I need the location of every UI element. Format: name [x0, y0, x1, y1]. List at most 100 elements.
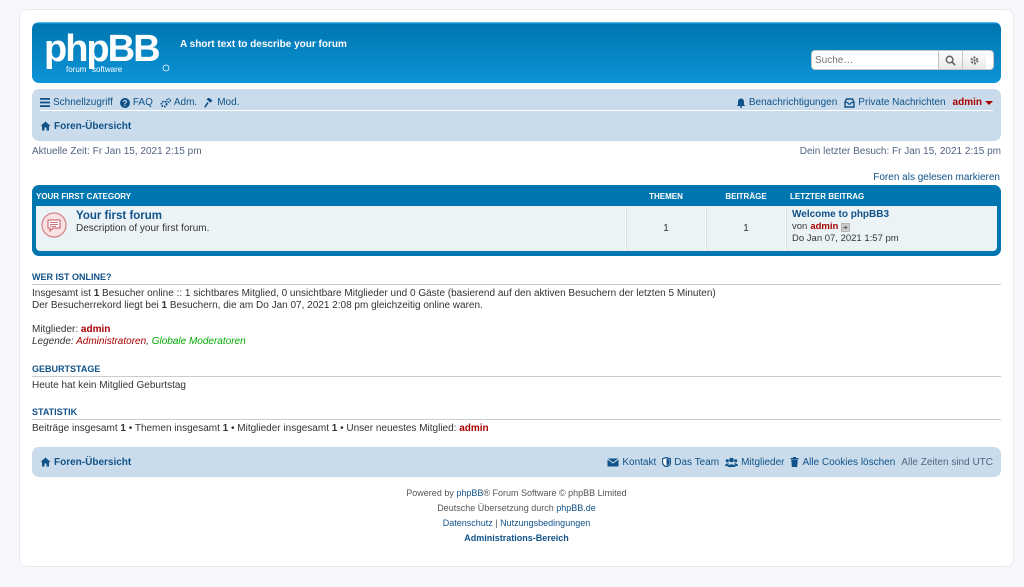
- memberlist-label: Mitglieder: [741, 456, 785, 468]
- last-post-author-line: von admin: [792, 221, 899, 233]
- newest-member-link[interactable]: admin: [459, 423, 488, 434]
- forum-posts-count: 1: [706, 206, 786, 251]
- faq-label: FAQ: [132, 97, 153, 108]
- col-lastpost-header: Letzter Beitrag: [790, 192, 865, 201]
- legend-admins-link[interactable]: Administratoren: [76, 336, 146, 347]
- birthdays-text: Heute hat kein Mitglied Geburtstag: [32, 380, 186, 391]
- shield-icon: [662, 457, 672, 467]
- private-messages-label: Private Nachrichten: [858, 97, 946, 108]
- search-icon: [945, 55, 956, 66]
- notifications-link[interactable]: Benachrichtigungen: [736, 97, 837, 108]
- search-button[interactable]: [938, 51, 962, 69]
- private-messages-link[interactable]: Private Nachrichten: [844, 97, 946, 108]
- legend-mods-link[interactable]: Globale Moderatoren: [152, 336, 246, 347]
- last-post-by-prefix: von: [792, 221, 808, 232]
- timezone-info: Alle Zeiten sind UTC: [901, 456, 993, 468]
- footer-navbar: Foren-Übersicht Kontakt Das Team Mitglie…: [32, 447, 1001, 477]
- search-input[interactable]: [812, 51, 938, 69]
- svg-text:phpBB: phpBB: [44, 28, 159, 70]
- site-tagline: A short text to describe your forum: [180, 39, 347, 50]
- svg-text:software: software: [92, 65, 123, 74]
- inbox-icon: [844, 97, 855, 108]
- who-is-online-title[interactable]: Wer ist online?: [32, 272, 1001, 285]
- trash-icon: [790, 457, 799, 467]
- page-wrap: phpBB forum software A short text to des…: [19, 9, 1014, 567]
- legal-links: Datenschutz | Nutzungsbedingungen: [442, 518, 591, 528]
- acp-label: Adm.: [173, 97, 198, 108]
- bell-icon: [736, 98, 746, 108]
- quicklinks-label: Schnellzugriff: [53, 97, 113, 108]
- forum-info: Your first forum Description of your fir…: [36, 206, 626, 251]
- header-bar: phpBB forum software A short text to des…: [32, 22, 1001, 83]
- powered-by-line: Powered by phpBB® Forum Software © phpBB…: [406, 488, 627, 498]
- mcp-link[interactable]: Mod.: [204, 97, 239, 108]
- breadcrumb-home-label: Foren-Übersicht: [54, 120, 132, 132]
- memberlist-link[interactable]: Mitglieder: [725, 457, 784, 468]
- question-circle-icon: ?: [119, 97, 130, 108]
- envelope-icon: [607, 457, 620, 467]
- cogs-icon: [160, 97, 171, 108]
- mark-forums-read-link[interactable]: Foren als gelesen markieren: [873, 172, 1000, 183]
- contact-link[interactable]: Kontakt: [607, 457, 656, 468]
- forum-description: Description of your first forum.: [76, 223, 210, 234]
- last-post-author-link[interactable]: admin: [810, 221, 838, 233]
- statistics-text: Beiträge insgesamt 1 • Themen insgesamt …: [32, 423, 489, 434]
- footer-home-label: Foren-Übersicht: [54, 456, 132, 468]
- birthdays-section: Geburtstage Heute hat kein Mitglied Gebu…: [32, 364, 1001, 392]
- faq-link[interactable]: ? FAQ: [119, 97, 153, 108]
- view-latest-post-icon[interactable]: [841, 222, 851, 232]
- notifications-label: Benachrichtigungen: [748, 97, 838, 108]
- category-header: Your first category Themen Beiträge Letz…: [36, 190, 997, 203]
- time-info: Aktuelle Zeit: Fr Jan 15, 2021 2:15 pm D…: [32, 146, 1001, 157]
- last-post-title-link[interactable]: Welcome to phpBB3: [792, 209, 899, 221]
- username: admin: [952, 97, 982, 108]
- online-legend: Legende: Administratoren, Globale Modera…: [32, 336, 246, 347]
- acp-footer-link[interactable]: Administrations-Bereich: [464, 533, 569, 543]
- phpbb-link[interactable]: phpBB: [456, 488, 483, 498]
- category-title[interactable]: Your first category: [36, 192, 626, 201]
- breadcrumb-home[interactable]: Foren-Übersicht: [40, 121, 131, 132]
- gavel-icon: [204, 97, 214, 108]
- phpbb-de-link[interactable]: phpBB.de: [556, 503, 596, 513]
- privacy-link[interactable]: Datenschutz: [443, 518, 493, 528]
- current-time: Aktuelle Zeit: Fr Jan 15, 2021 2:15 pm: [32, 146, 202, 157]
- contact-label: Kontakt: [622, 456, 657, 468]
- home-icon: [40, 457, 51, 467]
- team-link[interactable]: Das Team: [662, 457, 719, 468]
- navbar: Schnellzugriff ? FAQ Adm. Mod. Benachric…: [32, 89, 1001, 141]
- forum-last-post: Welcome to phpBB3 von admin Do Jan 07, 2…: [786, 206, 904, 251]
- home-icon: [40, 121, 51, 131]
- advanced-search-button[interactable]: [962, 51, 986, 69]
- forum-topics-count: 1: [626, 206, 706, 251]
- last-post-date: Do Jan 07, 2021 1:57 pm: [792, 233, 899, 244]
- online-summary: Insgesamt ist 1 Besucher online :: 1 sic…: [32, 288, 716, 299]
- team-label: Das Team: [674, 456, 720, 468]
- online-members: Mitglieder: admin: [32, 324, 111, 335]
- acp-link[interactable]: Adm.: [160, 97, 197, 108]
- bars-icon: [40, 98, 50, 107]
- col-topics-header: Themen: [649, 192, 683, 201]
- users-icon: [725, 457, 739, 467]
- svg-text:?: ?: [122, 99, 127, 108]
- quicklinks-menu[interactable]: Schnellzugriff: [40, 97, 113, 108]
- site-logo[interactable]: phpBB forum software: [42, 28, 172, 80]
- delete-cookies-link[interactable]: Alle Cookies löschen: [790, 457, 895, 468]
- search-box: [811, 50, 994, 70]
- breadcrumb: Foren-Übersicht: [40, 118, 131, 134]
- forum-category: Your first category Themen Beiträge Letz…: [32, 185, 1001, 256]
- statistics-section: Statistik Beiträge insgesamt 1 • Themen …: [32, 407, 1001, 435]
- mcp-label: Mod.: [217, 97, 240, 108]
- last-visit: Dein letzter Besuch: Fr Jan 15, 2021 2:1…: [799, 146, 1001, 157]
- forum-title-link[interactable]: Your first forum: [76, 209, 209, 223]
- terms-link[interactable]: Nutzungsbedingungen: [500, 518, 590, 528]
- col-posts-header: Beiträge: [725, 192, 767, 201]
- user-menu[interactable]: admin: [953, 97, 993, 108]
- caret-down-icon: [985, 100, 993, 106]
- online-member-link[interactable]: admin: [81, 324, 110, 335]
- online-record: Der Besucherrekord liegt bei 1 Besuchern…: [32, 300, 483, 311]
- forum-row: Your first forum Description of your fir…: [36, 206, 997, 251]
- gear-icon: [969, 55, 980, 66]
- footer-home-link[interactable]: Foren-Übersicht: [40, 457, 131, 468]
- statistics-title: Statistik: [32, 407, 1001, 420]
- forum-read-icon: [41, 212, 67, 238]
